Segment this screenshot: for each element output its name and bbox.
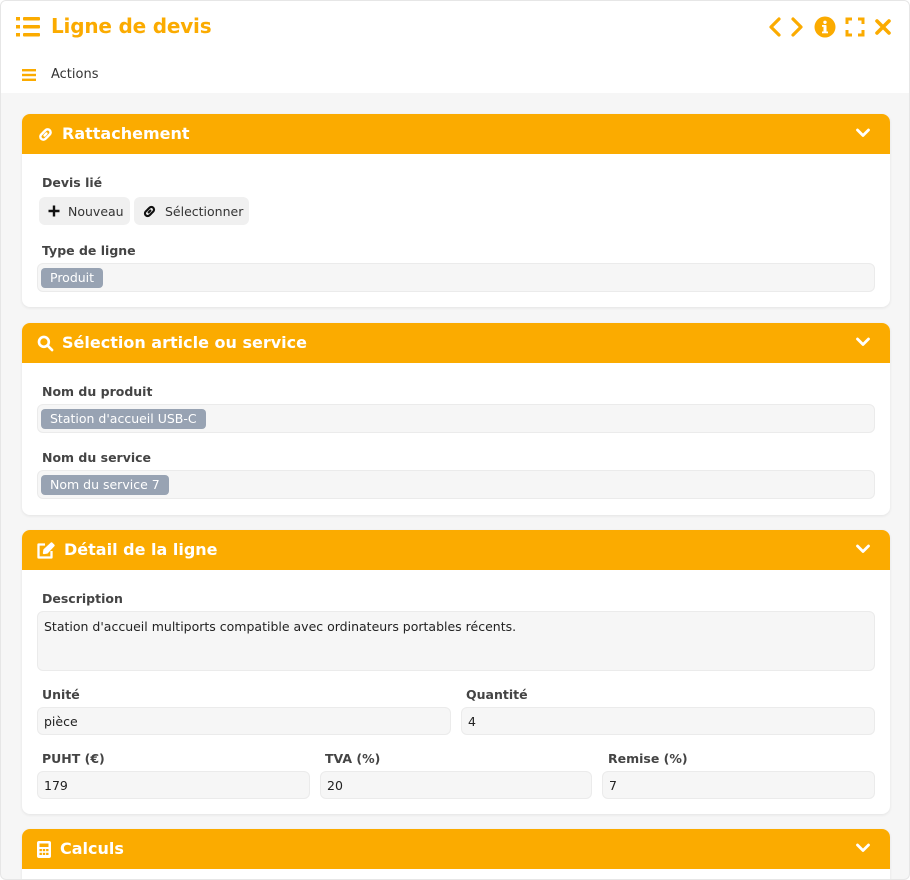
new-button-label: Nouveau xyxy=(68,203,124,219)
actions-menu-label[interactable]: Actions xyxy=(51,67,99,82)
unit-label: Unité xyxy=(42,687,80,702)
chevron-right-icon[interactable] xyxy=(785,15,809,39)
devis-lie-label: Devis lié xyxy=(42,175,103,190)
chevron-left-icon[interactable] xyxy=(763,15,787,39)
quantity-value: 4 xyxy=(468,714,476,729)
select-button-label: Sélectionner xyxy=(165,203,244,219)
search-icon xyxy=(37,335,54,352)
panel-header-selection[interactable]: Sélection article ou service xyxy=(22,323,890,363)
panel-title-calculs: Calculs xyxy=(60,839,124,858)
window-title: Ligne de devis xyxy=(51,14,212,38)
panel-calculs: Calculs xyxy=(22,829,890,879)
product-name-tag: Station d'accueil USB-C xyxy=(41,409,206,429)
dialog-window: Ligne de devis Actions Rattachement Devi… xyxy=(0,0,910,880)
link-icon xyxy=(143,205,156,217)
calculator-icon xyxy=(37,841,51,858)
remise-label: Remise (%) xyxy=(608,751,688,766)
quantity-label: Quantité xyxy=(466,687,528,702)
panel-header-calculs[interactable]: Calculs xyxy=(22,829,890,869)
tva-label: TVA (%) xyxy=(325,751,381,766)
chevron-down-icon[interactable] xyxy=(856,337,870,347)
panel-title-selection: Sélection article ou service xyxy=(62,333,307,352)
actions-bar xyxy=(1,53,909,93)
chevron-down-icon[interactable] xyxy=(856,128,870,138)
description-label: Description xyxy=(42,591,123,606)
panel-header-detail[interactable]: Détail de la ligne xyxy=(22,530,890,570)
panel-header-rattachement[interactable]: Rattachement xyxy=(22,114,890,154)
unit-input[interactable]: pièce xyxy=(37,707,451,735)
app-list-icon xyxy=(16,17,40,37)
panel-title-rattachement: Rattachement xyxy=(62,124,190,143)
new-devis-button[interactable]: Nouveau xyxy=(39,197,130,225)
puht-label: PUHT (€) xyxy=(42,751,105,766)
unit-value: pièce xyxy=(44,714,78,729)
service-name-label: Nom du service xyxy=(42,450,152,465)
service-name-tag: Nom du service 7 xyxy=(41,475,169,495)
chevron-down-icon[interactable] xyxy=(856,544,870,554)
edit-icon xyxy=(37,542,55,559)
product-name-label: Nom du produit xyxy=(42,384,153,399)
service-name-field[interactable]: Nom du service 7 xyxy=(37,470,875,499)
quantity-input[interactable]: 4 xyxy=(461,707,875,735)
chevron-down-icon[interactable] xyxy=(856,843,870,853)
info-icon[interactable] xyxy=(813,15,837,39)
type-ligne-tag: Produit xyxy=(41,268,104,288)
type-ligne-field[interactable]: Produit xyxy=(37,263,875,292)
tva-value: 20 xyxy=(327,778,343,793)
link-icon xyxy=(39,128,52,141)
description-textarea[interactable]: Station d'accueil multiports compatible … xyxy=(37,611,875,671)
remise-input[interactable]: 7 xyxy=(602,771,875,799)
plus-icon xyxy=(48,205,60,217)
puht-value: 179 xyxy=(44,778,68,793)
remise-value: 7 xyxy=(609,778,617,793)
type-ligne-label: Type de ligne xyxy=(42,243,136,258)
product-name-field[interactable]: Station d'accueil USB-C xyxy=(37,404,875,433)
menu-icon[interactable] xyxy=(22,69,36,81)
description-text: Station d'accueil multiports compatible … xyxy=(44,619,517,634)
panel-title-detail: Détail de la ligne xyxy=(64,540,218,559)
puht-input[interactable]: 179 xyxy=(37,771,310,799)
close-icon[interactable] xyxy=(871,15,895,39)
tva-input[interactable]: 20 xyxy=(320,771,592,799)
fullscreen-icon[interactable] xyxy=(843,15,867,39)
select-devis-button[interactable]: Sélectionner xyxy=(134,197,249,225)
